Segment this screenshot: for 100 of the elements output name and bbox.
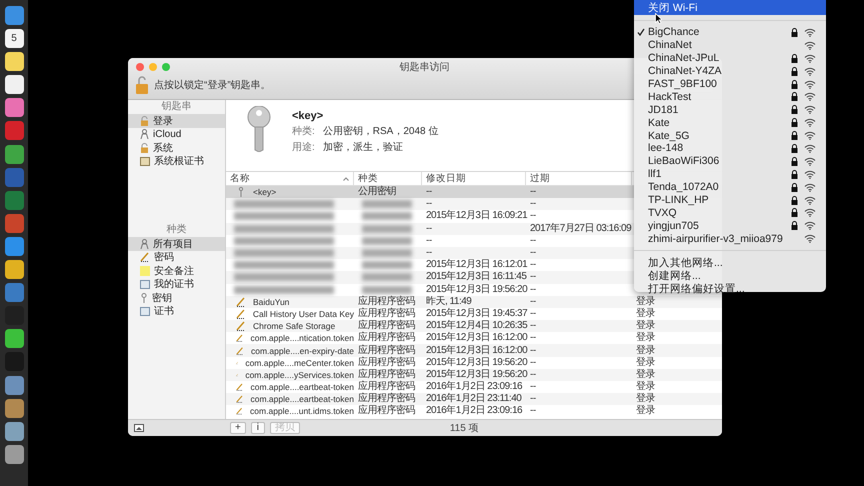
app-icon[interactable] [4,260,24,280]
network-item[interactable]: ChinaNet [634,38,826,52]
app-icon[interactable] [4,329,24,348]
table-cell-text: 登录 [635,393,655,405]
network-name: yingjun705 [648,220,700,232]
network-item[interactable]: ChinaNet-JPuL [634,52,826,65]
table-cell-text: 2016年1月2日 23:09:16 [425,381,524,393]
sidebar-item[interactable]: 登录 [128,114,225,128]
sidebar-item[interactable]: 所有项目 [128,237,225,250]
sidebar-label: iCloud [153,128,182,140]
table-cell-text: 2015年12月3日 16:12:00 [425,332,526,344]
network-item[interactable]: BigChance [634,26,826,39]
app-icon[interactable]: 5 [4,29,24,48]
network-item[interactable]: Kate_5G [634,129,826,142]
network-item[interactable]: FAST_9BF100 [634,78,826,90]
app-icon[interactable] [4,422,24,441]
wifi-signal-icon [804,131,816,140]
app-icon[interactable] [4,75,24,94]
table-row[interactable]: <key> 公用密钥 -- -- [226,186,632,198]
sidebar-item[interactable]: 密码 [128,250,225,264]
wifi-signal-icon [804,221,816,230]
table-cell-text: 应用程序密码 [357,344,416,356]
network-item[interactable]: Tenda_1072A0 [634,180,826,194]
app-icon[interactable] [4,444,24,464]
table-row[interactable]: BaiduYun 应用程序密码 昨天, 11:49 -- [226,296,632,308]
sidebar-item[interactable]: 密钥 [128,291,225,304]
sidebar-item[interactable]: 安全备注 [128,264,225,278]
table-row[interactable]: -- 2017年7月27日 03:16:09 [226,222,632,235]
sidebar-label: 密钥 [152,292,172,305]
table-cell-text: 应用程序密码 [357,296,416,308]
wifi-signal-icon [804,208,816,218]
network-item[interactable]: ChinaNet-Y4ZA [634,64,826,78]
table-cell-text: 2015年12月3日 19:56:20 [425,284,526,296]
table-cell-text: 昨天, 11:49 [425,296,472,308]
network-item[interactable]: TVXQ [634,206,826,220]
certificate-icon [140,306,150,316]
wifi-signal-icon [804,92,816,102]
table-cell-text: 2015年12月4日 10:26:35 [425,320,526,332]
app-icon[interactable] [4,52,24,72]
network-item[interactable]: Kate [634,116,826,130]
menu-item[interactable]: 关闭 Wi-Fi [634,0,826,15]
wifi-signal-icon [804,118,816,128]
blurred-text [362,224,412,233]
network-item[interactable]: JD181 [634,103,826,116]
column-header[interactable]: 过期 [526,172,632,185]
wifi-signal-icon [804,182,816,192]
pen-icon [236,308,246,319]
table-cell-text: 2015年12月3日 16:09:21 [425,210,526,222]
column-header[interactable]: 名称 [226,172,354,185]
table-cell-text: -- [529,296,537,308]
network-name: llf1 [648,168,662,180]
table-cell-text: com.apple....en-expiry-date [250,344,354,357]
cursor-icon [655,13,662,24]
table-row[interactable]: -- -- [226,246,632,260]
network-item[interactable]: LieBaoWiFi306 [634,154,826,168]
table-row[interactable]: 2015年12月3日 16:11:45 -- [226,271,632,284]
field-label: 用途: [292,141,315,154]
network-item[interactable]: TP-LINK_HP [634,194,826,206]
table-cell-text: 应用程序密码 [357,405,416,418]
sidebar-item[interactable]: 系统根证书 [128,154,225,168]
sidebar-toggle-icon[interactable] [134,424,144,432]
table-cell-text: -- [425,247,433,260]
network-name: ChinaNet-JPuL [648,52,720,64]
person-icon [140,238,149,249]
table-cell-text: -- [529,186,537,198]
menu-item[interactable]: 创建网络... [634,269,826,282]
network-item[interactable]: zhimi-airpurifier-v3_miioa979 [634,232,826,246]
sidebar-item[interactable]: 证书 [128,304,225,318]
network-item[interactable]: yingjun705 [634,219,826,232]
toolbar-button[interactable]: i [250,422,265,434]
note-icon [140,266,150,276]
table-row[interactable]: com.apple....yServices.token 应用程序密码 2015年12月3日 19:56:20 -- [226,368,632,381]
column-header[interactable]: 修改日期 [422,172,526,185]
pen-icon [236,321,246,332]
field-label: 种类: [292,124,315,138]
table-cell-text: Chrome Safe Storage [252,320,336,332]
table-cell-text: 应用程序密码 [357,356,416,368]
blurred-text [362,236,412,245]
column-header[interactable]: 种类 [354,172,422,185]
table-row[interactable]: com.apple....en-expiry-date 应用程序密码 2015年12月3日 16:12:00 -- [226,344,632,357]
network-item[interactable]: HackTest [634,90,826,104]
table-row[interactable]: com.apple....eartbeat-token 应用程序密码 2016年1月2日 23:11:40 -- [226,393,632,406]
sidebar-item[interactable]: iCloud [128,128,225,141]
sidebar-item[interactable]: 系统 [128,141,225,154]
table-row[interactable]: Chrome Safe Storage 应用程序密码 2015年12月4日 10:26:35 -- [226,320,632,332]
table-cell-text: 应用程序密码 [357,308,416,320]
section-header: 钥匙串 [160,100,192,114]
blurred-text [362,212,412,220]
table-cell-text: 2015年12月3日 19:45:37 [425,308,526,320]
menu-item[interactable]: 打开网络偏好设置... [634,282,826,296]
table-cell-text: 2016年1月2日 23:11:40 [425,393,522,405]
blurred-text [362,261,412,270]
table-row[interactable]: -- -- [226,198,632,210]
menu-item[interactable]: 加入其他网络... [634,256,826,270]
close-button[interactable] [136,63,144,71]
toolbar-button[interactable]: + [230,422,246,434]
network-item[interactable]: llf1 [634,168,826,181]
sidebar-item[interactable]: 我的证书 [128,278,225,291]
network-item[interactable]: lee-148 [634,142,826,155]
table-cell-text: -- [529,271,537,284]
